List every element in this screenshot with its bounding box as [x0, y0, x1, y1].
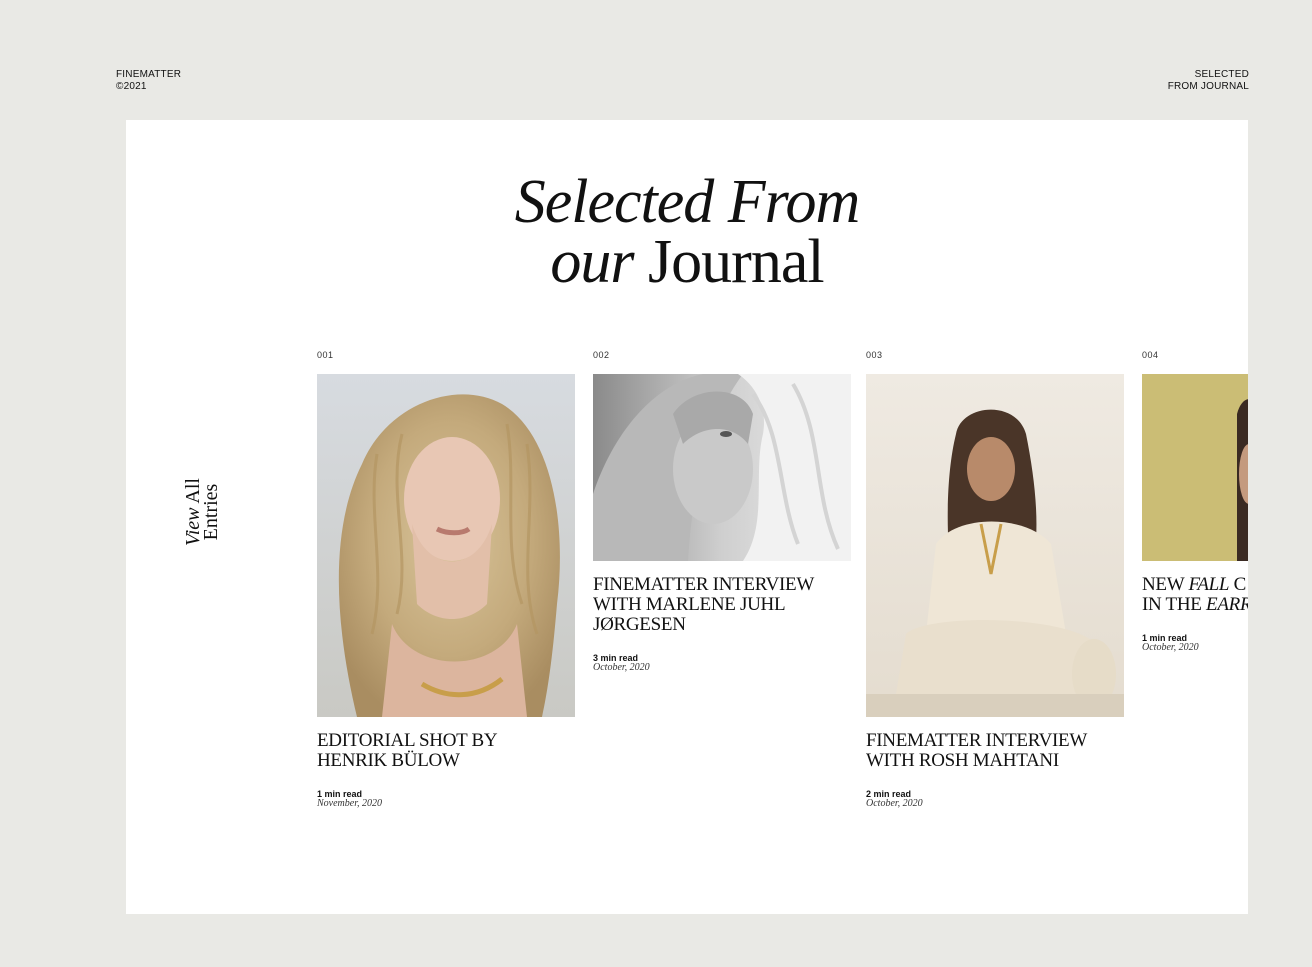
card-title-word: IN THE — [1142, 594, 1202, 615]
section-label-line1: SELECTED — [1194, 69, 1249, 80]
card-meta: 1 min read October, 2020 — [1142, 633, 1248, 653]
card-title[interactable]: NEW FALL C IN THE EARR — [1142, 575, 1248, 615]
section-label-line2: FROM JOURNAL — [1167, 81, 1249, 92]
card-image[interactable] — [1142, 374, 1248, 561]
card-title-line1: NEW FALL C — [1142, 575, 1248, 595]
card-title-line2: IN THE EARR — [1142, 595, 1248, 615]
card-number: 004 — [1142, 350, 1159, 360]
card-title-italic: FALL — [1188, 574, 1230, 595]
card-meta: 2 min read October, 2020 — [866, 789, 1124, 809]
card-title-word: NEW — [1142, 574, 1185, 595]
journal-card: 001 EDITORIAL SHOT BY HENRIK BÜLOW 1 min… — [317, 350, 575, 809]
page-title-rest: Journal — [648, 228, 825, 296]
journal-card: 002 FINEMATTER INTERVIEW WITH MARLENE JU… — [593, 350, 851, 673]
card-meta: 1 min read November, 2020 — [317, 789, 575, 809]
brand-year: ©2021 — [116, 81, 147, 92]
card-title-word: C — [1233, 574, 1247, 595]
section-label: SELECTED FROM JOURNAL — [1168, 69, 1249, 93]
card-title-line1: FINEMATTER INTERVIEW — [866, 730, 1087, 751]
card-title[interactable]: FINEMATTER INTERVIEW WITH ROSH MAHTANI — [866, 731, 1124, 771]
publish-date: October, 2020 — [593, 662, 650, 673]
portrait-yellow-image — [1142, 374, 1248, 561]
card-title-italic: EARR — [1206, 594, 1248, 615]
portrait-bw-image — [593, 374, 851, 561]
card-title-line3: JØRGESEN — [593, 614, 686, 635]
journal-panel: Selected From our Journal View All Entri… — [126, 120, 1248, 914]
portrait-seated-image — [866, 374, 1124, 717]
card-title-line2: WITH MARLENE JUHL — [593, 594, 786, 615]
journal-card: 003 FINEMATTER INTERVIEW WITH ROSH MAHTA… — [866, 350, 1124, 809]
card-number: 002 — [593, 350, 610, 360]
brand[interactable]: FINEMATTER ©2021 — [116, 69, 181, 93]
card-number: 003 — [866, 350, 883, 360]
brand-name: FINEMATTER — [116, 69, 182, 80]
card-title-line1: EDITORIAL SHOT BY — [317, 730, 498, 751]
publish-date: October, 2020 — [1142, 642, 1199, 653]
card-number: 001 — [317, 350, 334, 360]
card-title-line2: WITH ROSH MAHTANI — [866, 750, 1059, 771]
card-image[interactable] — [866, 374, 1124, 717]
publish-date: October, 2020 — [866, 798, 923, 809]
journal-card: 004 NEW FALL C IN THE EARR 1 min read Oc… — [1142, 350, 1248, 653]
card-title-line1: FINEMATTER INTERVIEW — [593, 574, 814, 595]
portrait-blonde-image — [317, 374, 575, 717]
view-all-entries-link[interactable]: View All Entries — [142, 478, 262, 546]
card-image[interactable] — [317, 374, 575, 717]
page-title-italic-word: our — [550, 228, 634, 296]
publish-date: November, 2020 — [317, 798, 382, 809]
card-meta: 3 min read October, 2020 — [593, 653, 851, 673]
card-title[interactable]: EDITORIAL SHOT BY HENRIK BÜLOW — [317, 731, 575, 771]
card-image[interactable] — [593, 374, 851, 561]
page-title: Selected From our Journal — [126, 168, 1248, 293]
card-title-line2: HENRIK BÜLOW — [317, 750, 460, 771]
card-title[interactable]: FINEMATTER INTERVIEW WITH MARLENE JUHL J… — [593, 575, 851, 635]
page-title-line1: Selected From — [514, 168, 861, 236]
view-all-line2: Entries — [200, 483, 222, 541]
page-title-line2: our Journal — [126, 231, 1248, 293]
